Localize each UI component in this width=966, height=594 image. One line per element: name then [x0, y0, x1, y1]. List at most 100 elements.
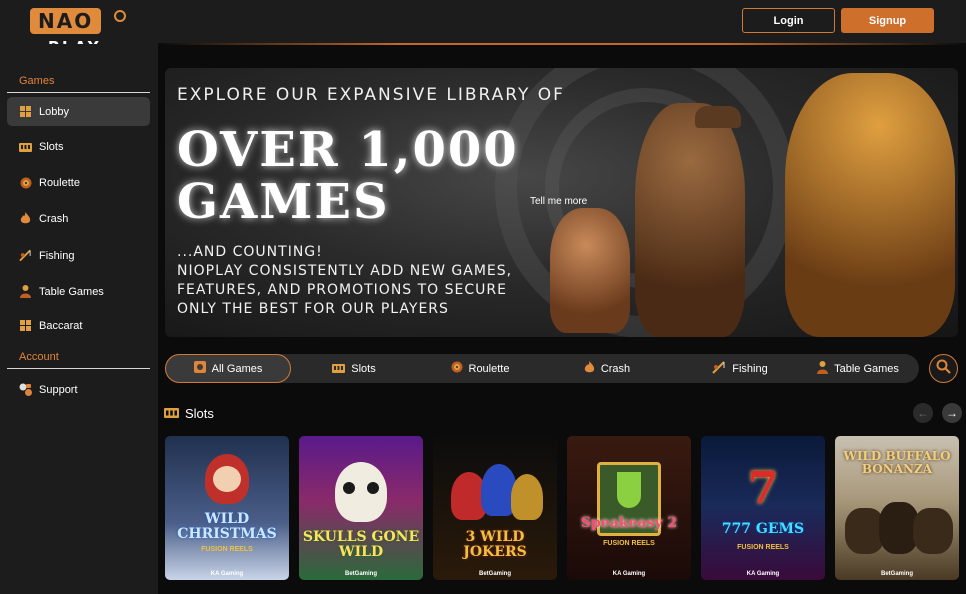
signup-button[interactable]: Signup [841, 8, 934, 33]
sidebar-item-label: Fishing [39, 249, 75, 262]
sidebar-item-lobby[interactable]: Lobby [7, 97, 150, 126]
hero-text: FEATURES, AND PROMOTIONS TO SECURE [177, 282, 507, 298]
sidebar-item-label: Crash [39, 212, 69, 225]
sidebar-item-fishing[interactable]: Fishing [7, 241, 150, 270]
game-art [511, 474, 543, 520]
game-art [335, 462, 387, 522]
header-divider [158, 43, 966, 45]
game-subtitle: FUSION REELS [603, 540, 655, 547]
tab-label: Slots [351, 362, 376, 375]
tab-label: Table Games [834, 362, 899, 375]
sidebar-item-label: Lobby [39, 105, 69, 118]
grid-icon [19, 319, 32, 332]
game-art [617, 472, 641, 508]
hero-character-hat [695, 106, 741, 128]
hero-text: ONLY THE BEST FOR OUR PLAYERS [177, 301, 449, 317]
game-provider: BetGaming [880, 571, 913, 577]
sidebar-item-table-games[interactable]: Table Games [7, 277, 150, 306]
logo-coin-icon [114, 10, 126, 22]
roulette-icon [451, 361, 463, 376]
game-provider: KA Gaming [612, 571, 646, 577]
sidebar-item-support[interactable]: Support [7, 375, 150, 404]
game-provider: KA Gaming [746, 571, 780, 577]
arrow-left-icon: ← [917, 406, 929, 420]
game-subtitle: FUSION REELS [737, 544, 789, 551]
all-games-icon [193, 361, 206, 376]
game-title: SKULLS GONE WILD [302, 529, 420, 561]
game-provider: KA Gaming [210, 571, 244, 577]
game-card-777-gems[interactable]: 7 777 GEMS FUSION REELS KA Gaming [701, 436, 825, 580]
sidebar-item-crash[interactable]: Crash [7, 204, 150, 233]
tab-label: Fishing [732, 362, 768, 375]
section-title-label: Slots [185, 406, 214, 421]
game-provider: BetGaming [478, 571, 511, 577]
game-art [343, 482, 355, 494]
sidebar: Games Lobby Slots Roulette Crash Fishing [0, 44, 158, 594]
support-icon [19, 383, 32, 396]
game-art [213, 466, 241, 492]
game-subtitle: FUSION REELS [201, 546, 253, 553]
sidebar-item-roulette[interactable]: Roulette [7, 168, 150, 197]
tab-slots[interactable]: Slots [304, 354, 404, 383]
tell-me-more-link[interactable]: Tell me more [530, 196, 587, 207]
sidebar-item-label: Table Games [39, 285, 104, 298]
tab-roulette[interactable]: Roulette [428, 354, 532, 383]
hero-big-title: OVER 1,000 [177, 122, 519, 178]
arrow-right-icon: → [946, 406, 958, 420]
tab-table-games[interactable]: Table Games [808, 354, 908, 383]
dealer-icon [817, 360, 829, 377]
flame-icon [584, 360, 595, 377]
game-title: Speakeasy 2 [580, 515, 678, 531]
game-title: WILD CHRISTMAS [177, 511, 277, 543]
hero-banner[interactable]: EXPLORE OUR EXPANSIVE LIBRARY OF OVER 1,… [165, 68, 958, 337]
sidebar-divider [7, 368, 150, 369]
sidebar-section-games: Games [19, 75, 55, 87]
game-title: 3 WILD JOKERS [463, 529, 527, 561]
game-title: WILD BUFFALO BONANZA [843, 449, 951, 477]
flame-icon [19, 212, 32, 225]
game-title: 777 GEMS [721, 521, 805, 537]
game-art [367, 482, 379, 494]
game-art [913, 508, 953, 554]
hero-headline: EXPLORE OUR EXPANSIVE LIBRARY OF [177, 85, 565, 105]
section-title-slots: Slots [164, 406, 214, 421]
game-card-3-wild-jokers[interactable]: 3 WILD JOKERS BetGaming [433, 436, 557, 580]
tab-all-games[interactable]: All Games [165, 354, 291, 383]
login-button[interactable]: Login [742, 8, 835, 33]
search-icon [936, 359, 951, 379]
tab-label: Crash [600, 362, 631, 375]
game-card-wild-christmas[interactable]: WILD CHRISTMAS FUSION REELS KA Gaming [165, 436, 289, 580]
carousel-next-button[interactable]: → [942, 403, 962, 423]
search-button[interactable] [929, 354, 958, 383]
hero-character-explorer [635, 103, 745, 337]
tab-label: Roulette [468, 362, 510, 375]
tab-label: All Games [211, 362, 263, 375]
sidebar-item-label: Slots [39, 140, 64, 153]
dealer-icon [19, 285, 32, 298]
game-card-speakeasy-2[interactable]: Speakeasy 2 FUSION REELS KA Gaming [567, 436, 691, 580]
game-card-wild-buffalo-bonanza[interactable]: WILD BUFFALO BONANZA BetGaming [835, 436, 959, 580]
hero-big-title: GAMES [177, 174, 390, 230]
carousel-prev-button[interactable]: ← [913, 403, 933, 423]
sidebar-item-slots[interactable]: Slots [7, 132, 150, 161]
roulette-icon [19, 176, 32, 189]
grid-icon [19, 105, 32, 118]
hero-character-mummy [785, 73, 955, 337]
tab-fishing[interactable]: Fishing [690, 354, 790, 383]
game-art: 7 [747, 463, 779, 514]
hero-text: ...AND COUNTING! [177, 244, 323, 260]
slot-machine-icon [332, 362, 346, 376]
sidebar-item-label: Roulette [39, 176, 80, 189]
hero-character-dwarf [550, 208, 630, 333]
sidebar-item-baccarat[interactable]: Baccarat [7, 311, 150, 340]
logo-mark: NAO [30, 8, 102, 34]
sidebar-section-account: Account [19, 351, 59, 363]
slot-machine-icon [19, 140, 32, 153]
slot-machine-icon [164, 406, 179, 421]
sidebar-item-label: Support [39, 383, 78, 396]
game-card-skulls-gone-wild[interactable]: SKULLS GONE WILD BetGaming [299, 436, 423, 580]
tab-crash[interactable]: Crash [560, 354, 654, 383]
sidebar-item-label: Baccarat [39, 319, 83, 332]
hero-text: NIOPLAY CONSISTENTLY ADD NEW GAMES, [177, 263, 513, 279]
game-provider: BetGaming [344, 571, 377, 577]
